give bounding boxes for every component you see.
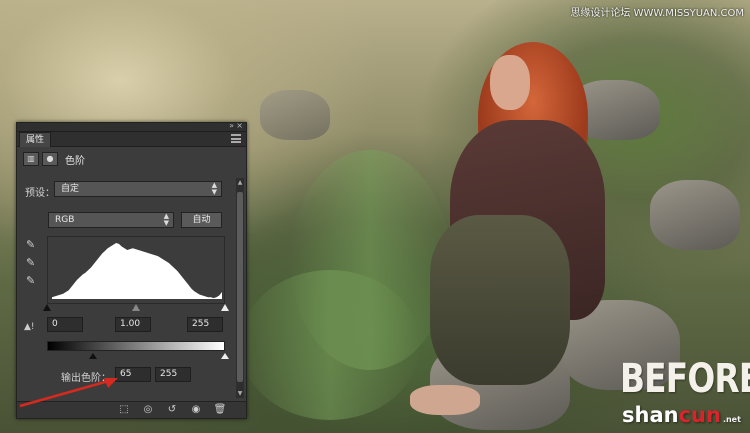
scroll-thumb[interactable] bbox=[237, 192, 243, 382]
site-logo-part1: shan bbox=[622, 403, 679, 427]
woman-legs bbox=[430, 215, 570, 385]
input-white-field[interactable]: 255 bbox=[187, 317, 223, 332]
preset-select[interactable]: 自定 ▲ ▼ bbox=[54, 181, 222, 197]
site-logo-part2: cun bbox=[678, 403, 721, 427]
close-icon[interactable]: × bbox=[236, 121, 243, 130]
clip-to-layer-icon[interactable]: ⬚ bbox=[117, 404, 131, 416]
input-gamma-field[interactable]: 1.00 bbox=[115, 317, 151, 332]
input-white-handle[interactable] bbox=[221, 304, 229, 311]
panel-topbar: » × bbox=[17, 121, 246, 132]
select-arrows-icon: ▲ ▼ bbox=[211, 181, 217, 196]
select-arrows-icon: ▲ ▼ bbox=[163, 212, 169, 227]
site-logo-sub: .net bbox=[722, 415, 741, 424]
before-label: BEFORE bbox=[620, 356, 750, 402]
reset-icon[interactable]: ↺ bbox=[165, 404, 179, 416]
scroll-up-icon[interactable]: ▲ bbox=[236, 179, 244, 186]
input-black-field[interactable]: 0 bbox=[47, 317, 83, 332]
black-point-eyedropper-icon[interactable]: ✎ bbox=[26, 239, 38, 251]
channel-value: RGB bbox=[55, 215, 75, 225]
panel-bottom-bar: ⬚ ◎ ↺ ◉ 🗑 bbox=[17, 401, 246, 418]
input-levels-slider[interactable] bbox=[43, 304, 229, 311]
double-chevron-right-icon[interactable]: » bbox=[229, 121, 234, 130]
histogram-area bbox=[52, 243, 222, 299]
histogram-graph bbox=[52, 243, 222, 299]
output-black-handle[interactable] bbox=[89, 353, 97, 359]
clipping-warning-icon[interactable]: ▲! bbox=[24, 322, 35, 332]
output-levels-label: 输出色阶： bbox=[61, 373, 111, 384]
levels-histogram bbox=[47, 236, 225, 304]
input-gamma-handle[interactable] bbox=[132, 304, 140, 311]
preset-label: 预设： bbox=[25, 188, 55, 199]
scroll-down-icon[interactable]: ▼ bbox=[236, 390, 244, 397]
rock bbox=[650, 180, 740, 250]
visibility-eye-icon[interactable]: ◉ bbox=[189, 404, 203, 416]
white-point-eyedropper-icon[interactable]: ✎ bbox=[26, 275, 38, 287]
site-logo: shancun .net bbox=[622, 403, 741, 427]
adjustment-title: 色阶 bbox=[65, 155, 85, 167]
panel-tab-row: 属性 bbox=[17, 132, 246, 147]
adjustment-header: ▥ ● 色阶 bbox=[23, 151, 85, 167]
rock bbox=[260, 90, 330, 140]
output-gradient-bar bbox=[47, 341, 225, 351]
woman-face bbox=[490, 55, 530, 110]
levels-icon[interactable]: ▥ bbox=[23, 152, 39, 166]
fern bbox=[240, 270, 420, 420]
auto-button[interactable]: 自动 bbox=[181, 212, 222, 228]
properties-panel: » × 属性 ▥ ● 色阶 预设： 自定 ▲ ▼ RGB ▲ ▼ 自动 ✎ ✎ ✎ … bbox=[16, 121, 247, 419]
panel-scrollbar[interactable]: ▲ ▼ bbox=[236, 178, 244, 398]
watermark-text: 思缘设计论坛 WWW.MISSYUAN.COM bbox=[570, 8, 744, 19]
channel-select[interactable]: RGB ▲ ▼ bbox=[48, 212, 174, 228]
view-previous-icon[interactable]: ◎ bbox=[141, 404, 155, 416]
preset-value: 自定 bbox=[61, 184, 80, 194]
output-white-handle[interactable] bbox=[221, 353, 229, 359]
output-black-field[interactable]: 65 bbox=[115, 367, 151, 382]
output-white-field[interactable]: 255 bbox=[155, 367, 191, 382]
panel-menu-icon[interactable] bbox=[231, 134, 241, 143]
input-black-handle[interactable] bbox=[43, 304, 51, 311]
mask-icon[interactable]: ● bbox=[42, 152, 58, 166]
delete-icon[interactable]: 🗑 bbox=[213, 404, 227, 416]
tab-properties[interactable]: 属性 bbox=[19, 132, 52, 147]
woman-foot bbox=[410, 385, 480, 415]
gray-point-eyedropper-icon[interactable]: ✎ bbox=[26, 257, 38, 269]
